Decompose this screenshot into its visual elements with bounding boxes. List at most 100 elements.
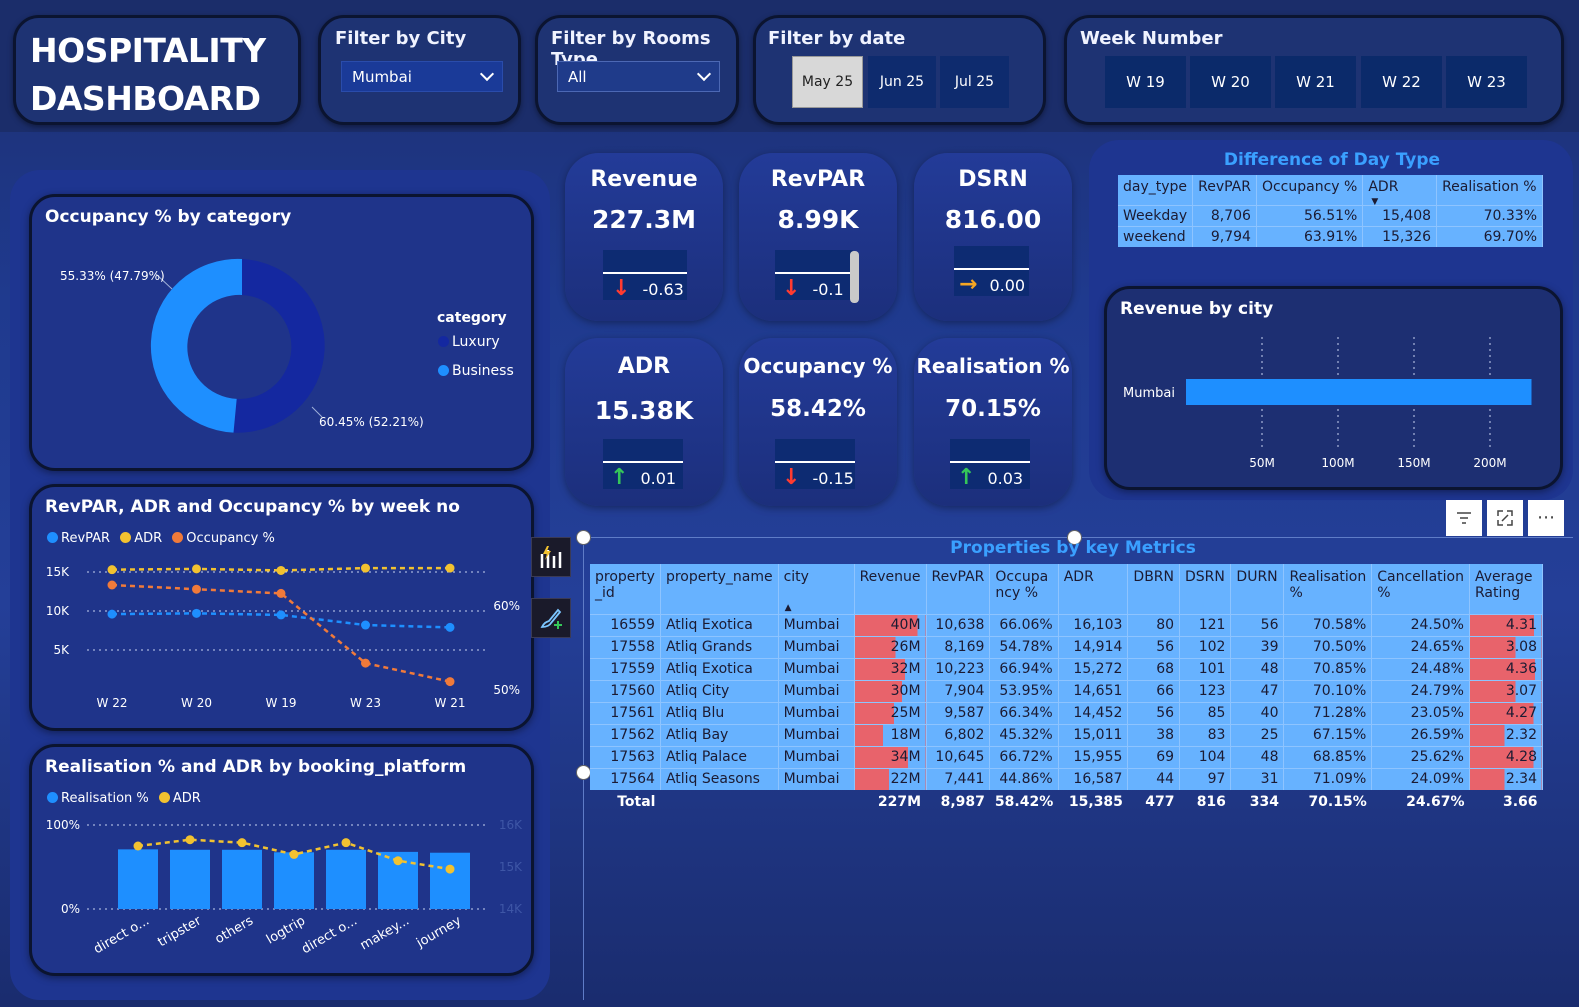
data-point[interactable] (107, 565, 117, 575)
data-point[interactable] (361, 658, 370, 668)
date-jul-button[interactable]: Jul 25 (940, 56, 1009, 108)
column-header[interactable]: Occupa ncy % (989, 564, 1059, 614)
adr-point[interactable] (341, 838, 351, 848)
weekly-trend-chart[interactable]: 15K 10K 5K 60% 50% W 22 W 20 W 19 W 23 W 21 (32, 487, 532, 729)
column-header[interactable]: Realisation % (1283, 564, 1373, 614)
data-point[interactable] (276, 565, 286, 575)
table-row[interactable]: Weekday 8,706 56.51% 15,408 70.33% (1118, 205, 1543, 227)
donut-legend-business[interactable]: Business (438, 363, 514, 379)
column-header[interactable]: DBRN (1127, 564, 1181, 614)
column-header[interactable]: DSRN (1179, 564, 1232, 614)
room-type-dropdown[interactable]: All (557, 61, 720, 92)
table-row[interactable]: 17564 Atliq Seasons Mumbai 22M 7,441 44.86% 16… (590, 768, 1544, 790)
city-dropdown[interactable]: Mumbai (341, 61, 503, 92)
adr-point[interactable] (445, 864, 455, 874)
column-header[interactable]: RevPAR (1192, 175, 1257, 206)
kpi-card-occupancy[interactable]: Occupancy % 58.42% ↓ -0.15 (739, 338, 897, 506)
kpi-card-dsrn[interactable]: DSRN 816.00 → 0.00 (914, 153, 1072, 321)
column-header[interactable]: Realisation % (1436, 175, 1543, 206)
day-type-table[interactable]: day_type RevPAR Occupancy % ADR ▼ Realisation… (1118, 175, 1543, 247)
table-row[interactable]: 17561 Atliq Blu Mumbai 25M 9,587 66.34% 14,452… (590, 702, 1544, 724)
column-header[interactable]: DURN (1230, 564, 1285, 614)
column-header[interactable]: RevPAR (926, 564, 991, 614)
week-21-button[interactable]: W 21 (1275, 56, 1356, 108)
donut-slice-business[interactable] (150, 258, 242, 433)
date-may-button[interactable]: May 25 (792, 56, 863, 108)
week-22-button[interactable]: W 22 (1361, 56, 1442, 108)
data-point[interactable] (445, 622, 455, 632)
data-point[interactable] (107, 609, 117, 619)
city-filter-card: Filter by City Mumbai (318, 15, 521, 125)
resize-handle-top-left[interactable] (576, 530, 591, 545)
focus-mode-button[interactable] (1487, 500, 1523, 536)
data-point[interactable] (445, 563, 455, 573)
column-header[interactable]: ADR ▼ (1362, 175, 1438, 207)
column-header[interactable]: ADR (1058, 564, 1129, 614)
adr-point[interactable] (185, 835, 195, 845)
table-row[interactable]: 17560 Atliq City Mumbai 30M 7,904 53.95% 14,65… (590, 680, 1544, 702)
data-point[interactable] (192, 608, 201, 618)
table-cell: 16,587 (1058, 768, 1129, 790)
table-row[interactable]: 17559 Atliq Exotica Mumbai 32M 10,223 66.94% 1… (590, 658, 1544, 680)
adr-point[interactable] (289, 849, 299, 859)
kpi-card-revenue[interactable]: Revenue 227.3M ↓ -0.63 (565, 153, 723, 321)
booking-platform-chart[interactable]: 100%0%16K15K14Kdirect o... tripster others… (32, 747, 532, 974)
column-header[interactable]: Cancellation % (1371, 564, 1470, 614)
data-point[interactable] (276, 588, 286, 598)
bar-3[interactable] (274, 852, 314, 909)
occupancy-donut-chart[interactable] (32, 197, 532, 469)
donut-legend-luxury[interactable]: Luxury (438, 334, 500, 350)
resize-handle-left[interactable] (576, 765, 591, 780)
data-point[interactable] (192, 584, 201, 594)
table-row[interactable]: 17558 Atliq Grands Mumbai 26M 8,169 54.78% 14,… (590, 636, 1544, 658)
column-header[interactable]: property_name (660, 564, 779, 614)
kpi-card-adr[interactable]: ADR 15.38K ↑ 0.01 (565, 338, 723, 506)
column-header[interactable]: Average Rating (1469, 564, 1544, 614)
week-23-button[interactable]: W 23 (1446, 56, 1527, 108)
bar-0[interactable] (118, 849, 158, 909)
revenue-city-chart[interactable]: 50M 100M 150M 200M Mumbai (1107, 289, 1561, 488)
booking-platform-panel[interactable]: Realisation % and ADR by booking_platfor… (29, 744, 534, 976)
adr-point[interactable] (133, 841, 143, 851)
format-visual-button[interactable] (531, 598, 571, 638)
kpi-card-revpar[interactable]: RevPAR 8.99K ↓ -0.1 (739, 153, 897, 321)
adr-point[interactable] (237, 838, 247, 848)
build-visual-button[interactable] (531, 537, 571, 577)
week-20-button[interactable]: W 20 (1190, 56, 1271, 108)
table-row[interactable]: weekend 9,794 63.91% 15,326 69.70% (1118, 226, 1543, 247)
bar-6[interactable] (430, 852, 470, 909)
week-19-button[interactable]: W 19 (1105, 56, 1186, 108)
column-header[interactable]: Occupancy % (1256, 175, 1364, 206)
properties-table[interactable]: property _id property_name city ▲ Revenue Rev… (590, 564, 1544, 814)
bar-2[interactable] (222, 849, 262, 909)
x-tick-label: W 23 (350, 696, 381, 710)
table-cell: 38 (1127, 724, 1181, 746)
table-row[interactable]: 16559 Atliq Exotica Mumbai 40M 10,638 66.06% 1… (590, 614, 1544, 636)
column-header[interactable]: Revenue (854, 564, 927, 614)
kpi-card-realisation[interactable]: Realisation % 70.15% ↑ 0.03 (914, 338, 1072, 506)
series-line-2[interactable] (111, 583, 451, 683)
column-header[interactable]: day_type (1118, 175, 1194, 206)
date-jun-button[interactable]: Jun 25 (868, 56, 936, 108)
column-header[interactable]: city ▲ (778, 564, 855, 614)
column-header[interactable]: property _id (590, 564, 661, 614)
bar-4[interactable] (326, 849, 366, 909)
donut-slice-luxury[interactable] (233, 259, 325, 433)
data-point[interactable] (276, 610, 286, 620)
data-point[interactable] (445, 677, 455, 687)
data-point[interactable] (192, 564, 201, 574)
data-point[interactable] (361, 563, 370, 573)
occupancy-category-panel[interactable]: Occupancy % by category 55.33% (47.79%) … (29, 194, 534, 471)
revenue-city-panel[interactable]: Revenue by city 50M 100M 150M 200M Mumbai (1104, 286, 1563, 490)
weekly-trend-panel[interactable]: RevPAR, ADR and Occupancy % by week no R… (29, 484, 534, 731)
table-row[interactable]: 17562 Atliq Bay Mumbai 18M 6,802 45.32% 15,011… (590, 724, 1544, 746)
table-row[interactable]: 17563 Atliq Palace Mumbai 34M 10,645 66.72% 15… (590, 746, 1544, 768)
bar-mumbai[interactable] (1186, 379, 1532, 405)
data-point[interactable] (361, 620, 370, 630)
adr-point[interactable] (393, 856, 403, 866)
more-options-button[interactable]: ⋯ (1528, 500, 1564, 536)
data-point[interactable] (107, 580, 117, 590)
filter-button[interactable] (1446, 500, 1482, 536)
kpi-scrollbar[interactable] (850, 251, 859, 303)
bar-1[interactable] (170, 849, 210, 909)
